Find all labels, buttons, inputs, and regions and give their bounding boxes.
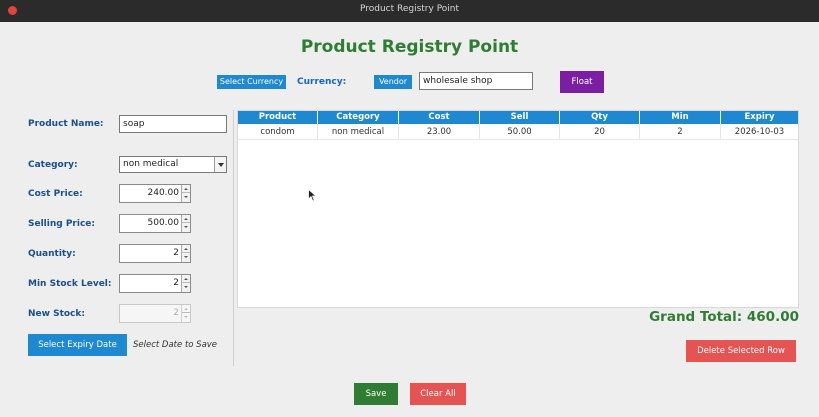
category-label: Category: bbox=[28, 160, 78, 170]
float-button[interactable]: Float bbox=[560, 71, 604, 93]
clear-all-button[interactable]: Clear All bbox=[410, 383, 466, 405]
decrement-arrow-icon[interactable] bbox=[182, 283, 190, 291]
page-title: Product Registry Point bbox=[300, 37, 519, 57]
chevron-down-icon[interactable] bbox=[214, 157, 226, 172]
quantity-value: 2 bbox=[173, 248, 179, 258]
table-cell: 23.00 bbox=[399, 124, 480, 140]
save-button[interactable]: Save bbox=[354, 383, 398, 405]
increment-arrow-icon[interactable] bbox=[182, 275, 190, 283]
product-name-input[interactable] bbox=[119, 115, 227, 133]
delete-selected-row-button[interactable]: Delete Selected Row bbox=[686, 340, 796, 362]
table-header: Product Category Cost Sell Qty Min Expiry bbox=[238, 111, 798, 124]
mouse-pointer-icon bbox=[308, 189, 317, 202]
vendor-button[interactable]: Vendor bbox=[374, 75, 412, 89]
table-cell: 2 bbox=[640, 124, 721, 140]
column-header[interactable]: Expiry bbox=[721, 111, 798, 124]
table-cell: 2026-10-03 bbox=[734, 127, 785, 137]
column-header[interactable]: Min bbox=[640, 111, 721, 124]
increment-arrow-icon[interactable] bbox=[182, 215, 190, 223]
spinner-arrows bbox=[181, 305, 190, 322]
table-row[interactable]: condom non medical 23.00 50.00 20 2 2026-10-03 bbox=[238, 124, 798, 140]
decrement-arrow-icon bbox=[182, 313, 190, 321]
column-header[interactable]: Cost bbox=[399, 111, 480, 124]
select-currency-button[interactable]: Select Currency bbox=[217, 75, 286, 89]
table-cell: condom bbox=[238, 124, 318, 140]
increment-arrow-icon bbox=[182, 305, 190, 313]
table-cell: 20 bbox=[560, 124, 640, 140]
expiry-hint: Select Date to Save bbox=[133, 340, 218, 350]
column-header[interactable]: Qty bbox=[560, 111, 640, 124]
spinner-arrows bbox=[181, 185, 190, 202]
new-stock-spinner: 2 bbox=[119, 304, 191, 323]
vendor-input[interactable] bbox=[419, 72, 533, 90]
decrement-arrow-icon[interactable] bbox=[182, 193, 190, 201]
spinner-arrows bbox=[181, 215, 190, 232]
column-header[interactable]: Sell bbox=[480, 111, 560, 124]
min-stock-label: Min Stock Level: bbox=[28, 279, 112, 289]
min-stock-spinner[interactable]: 2 bbox=[119, 274, 191, 293]
category-select-value: non medical bbox=[123, 159, 179, 169]
select-expiry-date-button[interactable]: Select Expiry Date bbox=[28, 334, 127, 356]
table-cell: 50.00 bbox=[480, 124, 560, 140]
product-name-label: Product Name: bbox=[28, 119, 104, 129]
increment-arrow-icon[interactable] bbox=[182, 245, 190, 253]
min-stock-value: 2 bbox=[173, 278, 179, 288]
title-bar: Product Registry Point bbox=[0, 0, 819, 22]
decrement-arrow-icon[interactable] bbox=[182, 223, 190, 231]
app-window: Product Registry Point Product Registry … bbox=[0, 0, 819, 417]
column-header[interactable]: Category bbox=[318, 111, 399, 124]
increment-arrow-icon[interactable] bbox=[182, 185, 190, 193]
column-header[interactable]: Product bbox=[238, 111, 318, 124]
spinner-arrows bbox=[181, 275, 190, 292]
cost-price-spinner[interactable]: 240.00 bbox=[119, 184, 191, 203]
window-title: Product Registry Point bbox=[359, 4, 460, 14]
cost-price-label: Cost Price: bbox=[28, 189, 83, 199]
selling-price-value: 500.00 bbox=[147, 218, 180, 228]
new-stock-value: 2 bbox=[173, 308, 179, 318]
product-table[interactable]: Product Category Cost Sell Qty Min Expiry cond… bbox=[237, 110, 799, 308]
category-select[interactable]: non medical bbox=[119, 156, 227, 173]
decrement-arrow-icon[interactable] bbox=[182, 253, 190, 261]
panel-divider bbox=[233, 110, 234, 366]
currency-label: Currency: bbox=[297, 77, 347, 87]
new-stock-label: New Stock: bbox=[28, 309, 85, 319]
cost-price-value: 240.00 bbox=[147, 188, 180, 198]
quantity-label: Quantity: bbox=[28, 249, 76, 259]
spinner-arrows bbox=[181, 245, 190, 262]
selling-price-spinner[interactable]: 500.00 bbox=[119, 214, 191, 233]
table-cell: non medical bbox=[318, 124, 399, 140]
selling-price-label: Selling Price: bbox=[28, 219, 95, 229]
grand-total: Grand Total: 460.00 bbox=[649, 309, 799, 325]
quantity-spinner[interactable]: 2 bbox=[119, 244, 191, 263]
